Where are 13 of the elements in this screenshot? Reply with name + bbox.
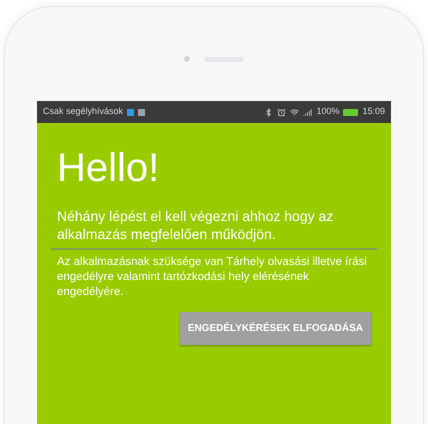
carrier-text: Csak segélyhívások [43,105,124,118]
alarm-clock-icon [277,108,286,116]
camera-icon [184,56,190,62]
intro-text: Néhány lépést el kell végezni ahhoz hogy az alkalmazás megfelelően működjön. [57,207,334,243]
bluetooth-icon [264,108,274,116]
permission-description: Az alkalmazásnak szüksége van Tárhely olvasási illetve írási engedélyre valamint tartózkodási hely elérésének engedélyére. [57,255,368,300]
battery-percent: 100% [316,105,340,118]
wifi-icon [290,108,300,116]
signal-icon [303,108,312,116]
accept-permissions-button[interactable]: ENGEDÉLYKÉRÉSEK ELFOGADÁSA [180,312,371,345]
battery-icon [343,108,358,116]
greeting-title: Hello! [57,145,160,191]
clock-time: 15:09 [362,105,385,118]
